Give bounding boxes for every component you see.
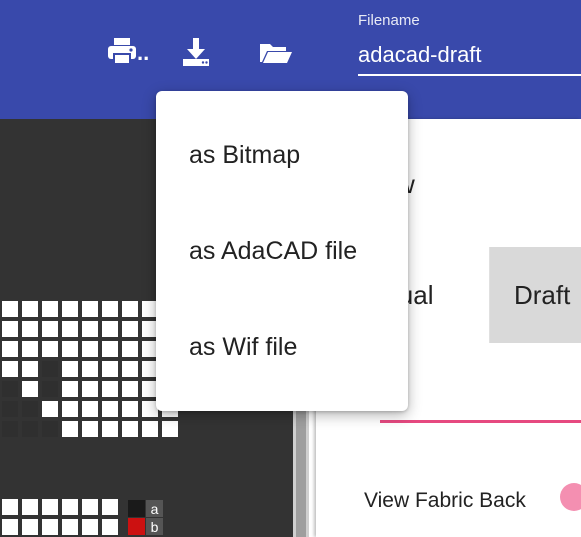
folder-open-icon[interactable]	[259, 42, 293, 69]
draft-cell[interactable]	[22, 301, 38, 317]
draft-cell[interactable]	[2, 321, 18, 337]
draft-cell[interactable]	[62, 421, 78, 437]
draft-cell[interactable]	[22, 499, 38, 515]
menu-item-as-bitmap[interactable]: as Bitmap	[156, 107, 408, 203]
draft-cell[interactable]	[82, 381, 98, 397]
draft-cell[interactable]	[2, 381, 18, 397]
draft-cell[interactable]	[102, 421, 118, 437]
draft-cell[interactable]	[2, 361, 18, 377]
draft-cell[interactable]	[2, 519, 18, 535]
draft-cell[interactable]	[82, 401, 98, 417]
draft-cell[interactable]	[82, 421, 98, 437]
draft-cell[interactable]	[82, 321, 98, 337]
draft-cell[interactable]	[22, 519, 38, 535]
draft-cell[interactable]	[22, 381, 38, 397]
draft-cell[interactable]	[62, 499, 78, 515]
export-menu: as Bitmap as AdaCAD file as Wif file	[156, 91, 408, 411]
draft-cell[interactable]	[42, 401, 58, 417]
draft-cell[interactable]	[42, 519, 58, 535]
weave-key-a-label: a	[146, 500, 163, 517]
draft-cell[interactable]	[82, 519, 98, 535]
filename-input[interactable]	[358, 36, 581, 76]
draft-cell[interactable]	[62, 381, 78, 397]
draft-cell[interactable]	[42, 301, 58, 317]
draft-cell[interactable]	[102, 381, 118, 397]
draft-cell[interactable]	[102, 321, 118, 337]
draft-cell[interactable]	[82, 341, 98, 357]
draft-cell[interactable]	[22, 361, 38, 377]
print-more-text: ..	[137, 40, 150, 65]
draft-cell[interactable]	[2, 301, 18, 317]
draft-cell[interactable]	[62, 321, 78, 337]
print-icon[interactable]	[108, 38, 138, 71]
draft-cell[interactable]	[82, 361, 98, 377]
weave-key-b-label: b	[146, 518, 163, 535]
draft-cell[interactable]	[62, 519, 78, 535]
draft-cell[interactable]	[122, 361, 138, 377]
draft-cell[interactable]	[122, 301, 138, 317]
draft-cell[interactable]	[102, 499, 118, 515]
draft-cell[interactable]	[22, 321, 38, 337]
download-icon[interactable]	[182, 37, 212, 72]
draft-cell[interactable]	[42, 321, 58, 337]
draft-cell[interactable]	[22, 421, 38, 437]
draft-cell[interactable]	[62, 401, 78, 417]
tab-ink-bar	[380, 420, 581, 423]
draft-cell[interactable]	[42, 381, 58, 397]
draft-cell[interactable]	[62, 361, 78, 377]
draft-cell[interactable]	[2, 499, 18, 515]
weave-key-a-swatch	[128, 500, 145, 517]
draft-cell[interactable]	[82, 499, 98, 515]
draft-cell[interactable]	[22, 401, 38, 417]
draft-cell[interactable]	[162, 421, 178, 437]
menu-item-as-wif-file-label: as Wif file	[189, 332, 298, 361]
draft-cell[interactable]	[42, 361, 58, 377]
draft-cell[interactable]	[102, 519, 118, 535]
draft-cell[interactable]	[62, 301, 78, 317]
draft-cell[interactable]	[102, 341, 118, 357]
draft-cell[interactable]	[122, 321, 138, 337]
tab-draft-label: Draft	[514, 279, 571, 310]
draft-cell[interactable]	[22, 341, 38, 357]
draft-cell[interactable]	[42, 341, 58, 357]
view-fabric-back-label: View Fabric Back	[364, 489, 526, 512]
draft-cell[interactable]	[102, 401, 118, 417]
draft-cell[interactable]	[122, 421, 138, 437]
draft-cell[interactable]	[62, 341, 78, 357]
draft-cell[interactable]	[42, 499, 58, 515]
draft-cell[interactable]	[42, 421, 58, 437]
menu-item-as-wif-file[interactable]: as Wif file	[156, 299, 408, 395]
draft-cell[interactable]	[2, 401, 18, 417]
filename-label: Filename	[358, 12, 420, 29]
draft-cell[interactable]	[82, 301, 98, 317]
menu-item-as-bitmap-label: as Bitmap	[189, 140, 301, 169]
draft-cell[interactable]	[2, 421, 18, 437]
draft-cell[interactable]	[142, 421, 158, 437]
view-fabric-back-toggle[interactable]	[560, 483, 581, 511]
menu-item-as-adacad-file[interactable]: as AdaCAD file	[156, 203, 408, 299]
draft-cell[interactable]	[102, 361, 118, 377]
draft-cell[interactable]	[122, 401, 138, 417]
draft-cell[interactable]	[102, 301, 118, 317]
draft-cell[interactable]	[122, 341, 138, 357]
tab-draft[interactable]: Draft	[490, 247, 581, 343]
weave-key-b-swatch	[128, 518, 145, 535]
menu-item-as-adacad-file-label: as AdaCAD file	[189, 236, 358, 265]
draft-cell[interactable]	[122, 381, 138, 397]
draft-cell[interactable]	[2, 341, 18, 357]
